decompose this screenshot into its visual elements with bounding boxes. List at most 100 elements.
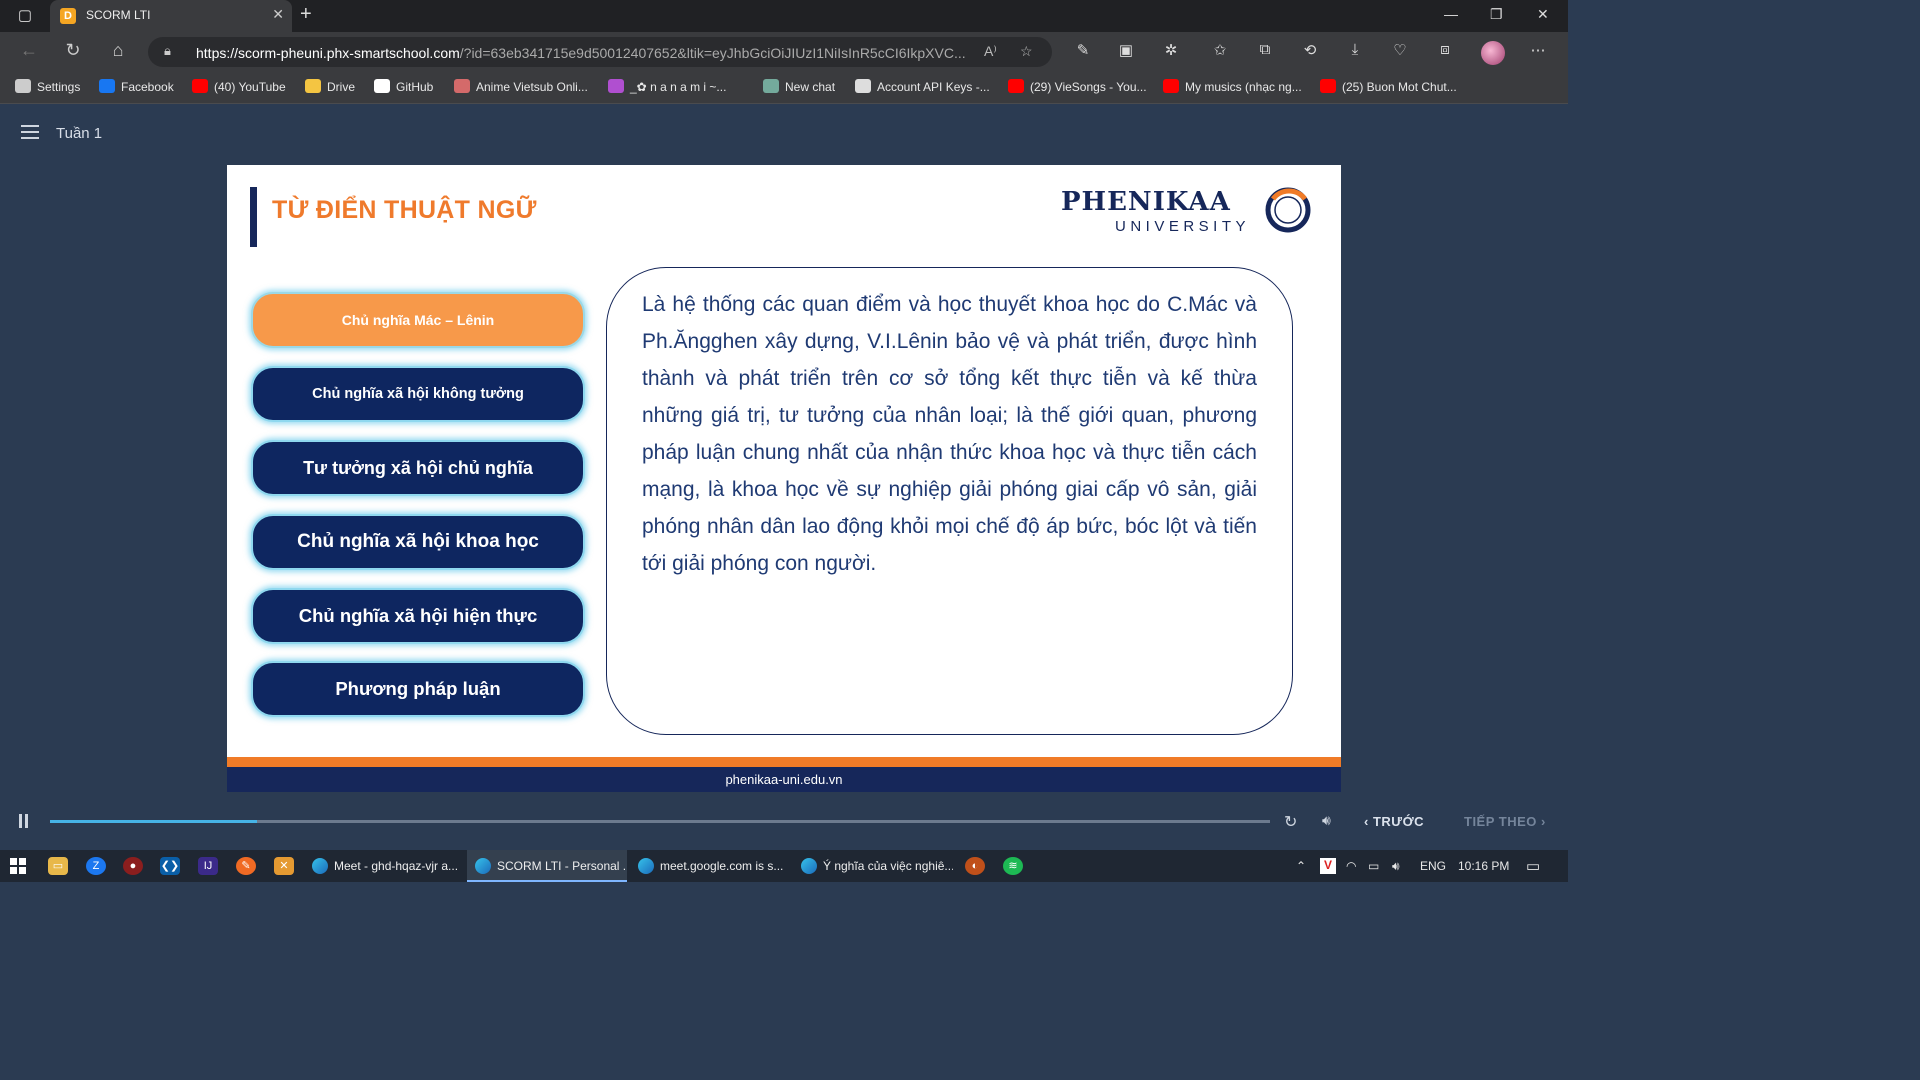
bookmark-label: (25) Buon Mot Chut... [1342, 80, 1457, 94]
term-button-marx-lenin[interactable]: Chủ nghĩa Mác – Lênin [251, 292, 585, 348]
term-button-utopian-socialism[interactable]: Chủ nghĩa xã hội không tưởng [251, 366, 585, 422]
clock[interactable]: 10:16 PM [1458, 859, 1509, 873]
term-button-scientific-socialism[interactable]: Chủ nghĩa xã hội khoa học [251, 514, 585, 570]
github-icon [374, 79, 390, 93]
profile-avatar[interactable] [1481, 41, 1505, 65]
definition-text: Là hệ thống các quan điểm và học thuyết … [642, 293, 1257, 575]
progress-bar[interactable] [50, 820, 1270, 823]
taskbar-window-scorm[interactable]: SCORM LTI - Personal ... [467, 850, 627, 882]
extension-color-icon[interactable]: ✎ [1072, 41, 1094, 63]
bookmark-item[interactable]: (25) Buon Mot Chut... [1320, 79, 1457, 94]
address-toolbar: ← ↻ ⌂ 🔒︎ https://scorm-pheuni.phx-smarts… [0, 32, 1568, 72]
read-aloud-icon[interactable]: A⁾ [984, 43, 997, 60]
edge-icon [801, 858, 817, 874]
windows-taskbar: ▭ Z ● ❮❯ IJ ✎ ✕ Meet - ghd-hqaz-vjr a...… [0, 850, 1568, 882]
tab-favicon-icon: D [60, 8, 76, 24]
openai-icon [855, 79, 871, 93]
edge-icon [638, 858, 654, 874]
bookmark-item[interactable]: Anime Vietsub Onli... [454, 79, 588, 94]
taskbar-window-label: meet.google.com is s... [660, 859, 784, 873]
back-icon[interactable]: ← [16, 40, 42, 64]
minimize-icon[interactable]: — [1444, 6, 1458, 22]
pause-icon[interactable] [19, 814, 31, 828]
restore-icon[interactable]: ❐ [1490, 6, 1503, 23]
bookmark-item[interactable]: _✿ n a n a m i ~... [608, 79, 726, 94]
bookmark-item[interactable]: Facebook [99, 79, 174, 94]
more-menu-icon[interactable]: ⋯ [1527, 41, 1549, 63]
collections-icon[interactable]: ⧉ [1254, 41, 1276, 63]
postman-icon[interactable]: ✎ [236, 857, 256, 875]
volume-icon[interactable]: 🔊︎ [1322, 812, 1331, 829]
browser-tab-bar: ▢ D SCORM LTI ✕ + — ❐ ✕ [0, 0, 1568, 32]
battery-icon[interactable]: ▭ [1368, 859, 1379, 873]
language-indicator[interactable]: ENG [1420, 859, 1446, 873]
player-controls: ↻ 🔊︎ ‹ TRƯỚC TIẾP THEO › [0, 800, 1568, 844]
taskbar-window-label: SCORM LTI - Personal ... [497, 859, 627, 873]
taskbar-window-meet-google[interactable]: meet.google.com is s... [630, 850, 790, 882]
health-icon[interactable]: ♡ [1389, 41, 1411, 63]
next-button[interactable]: TIẾP THEO › [1464, 814, 1546, 829]
zalo-icon[interactable]: Z [86, 857, 106, 875]
bookmark-item[interactable]: (40) YouTube [192, 79, 286, 94]
prev-button[interactable]: ‹ TRƯỚC [1364, 814, 1424, 829]
address-bar[interactable]: 🔒︎ https://scorm-pheuni.phx-smartschool.… [148, 37, 1052, 67]
refresh-icon[interactable]: ↻ [60, 40, 86, 64]
footer-orange-strip [227, 757, 1341, 767]
slide-title: TỪ ĐIỂN THUẬT NGỮ [272, 196, 537, 224]
speaker-icon[interactable]: 🔊︎ [1392, 859, 1400, 874]
lock-icon: 🔒︎ [164, 43, 171, 58]
url-path: /?id=63eb341715e9d50012407652&ltik=eyJhb… [459, 45, 966, 61]
gear-icon [15, 79, 31, 93]
bookmark-label: Drive [327, 80, 356, 94]
bookmarks-bar: Settings Facebook (40) YouTube Drive GitHub A… [0, 72, 1568, 104]
file-explorer-icon[interactable]: ▭ [48, 857, 68, 875]
close-tab-icon[interactable]: ✕ [272, 6, 284, 23]
close-window-icon[interactable]: ✕ [1537, 6, 1549, 23]
extensions-icon[interactable]: ✲ [1160, 41, 1182, 63]
menu-icon[interactable] [21, 125, 39, 139]
bookmark-item[interactable]: Settings [15, 79, 80, 94]
bookmark-item[interactable]: Account API Keys -... [855, 79, 990, 94]
bookmark-item[interactable]: New chat [763, 79, 835, 94]
youtube-icon [1008, 79, 1024, 93]
xampp-icon[interactable]: ✕ [274, 857, 294, 875]
screenshot-icon[interactable]: ⧈ [1434, 41, 1456, 63]
bookmark-label: Account API Keys -... [877, 80, 990, 94]
favorites-icon[interactable]: ✩ [1209, 41, 1231, 63]
tab-actions-icon[interactable]: ▢ [10, 6, 40, 26]
vscode-icon[interactable]: ❮❯ [160, 857, 180, 875]
taskbar-window-meet[interactable]: Meet - ghd-hqaz-vjr a... [304, 850, 464, 882]
taskbar-window-label: Ý nghĩa của việc nghiê... [823, 859, 953, 873]
chevron-up-icon[interactable]: ⌃ [1296, 859, 1306, 873]
wifi-icon[interactable]: ◠ [1346, 859, 1356, 873]
history-icon[interactable]: ⟲ [1299, 41, 1321, 63]
url-domain: https://scorm-pheuni.phx-smartschool.com [196, 45, 460, 61]
term-button-real-socialism[interactable]: Chủ nghĩa xã hội hiện thực [251, 588, 585, 644]
anime-icon [454, 79, 470, 93]
notification-icon[interactable]: ▭ [1526, 857, 1540, 875]
windows-start-icon[interactable] [10, 858, 26, 874]
bookmark-item[interactable]: (29) VieSongs - You... [1008, 79, 1147, 94]
bookmark-item[interactable]: Drive [305, 79, 355, 94]
spotify-icon[interactable]: ≋ [1003, 857, 1023, 875]
app-orange-icon[interactable]: ◐ [965, 857, 985, 875]
folder-icon [305, 79, 321, 93]
replay-icon[interactable]: ↻ [1284, 812, 1297, 832]
youtube-icon [192, 79, 208, 93]
extension-image-icon[interactable]: ▣ [1115, 41, 1137, 63]
bookmark-label: Settings [37, 80, 81, 94]
bookmark-item[interactable]: My musics (nhạc ng... [1163, 79, 1302, 94]
favorite-add-icon[interactable]: ☆ [1020, 43, 1033, 60]
new-tab-icon[interactable]: + [300, 3, 312, 26]
antivirus-icon[interactable]: V [1320, 858, 1336, 874]
bookmark-item[interactable]: GitHub [374, 79, 433, 94]
home-icon[interactable]: ⌂ [105, 40, 131, 64]
url-text[interactable]: https://scorm-pheuni.phx-smartschool.com… [196, 45, 976, 61]
taskbar-window-article[interactable]: Ý nghĩa của việc nghiê... [793, 850, 953, 882]
term-button-methodology[interactable]: Phương pháp luận [251, 661, 585, 717]
browser-tab[interactable]: D SCORM LTI ✕ [50, 0, 292, 32]
term-button-socialist-thought[interactable]: Tư tưởng xã hội chủ nghĩa [251, 440, 585, 496]
app-red-icon[interactable]: ● [123, 857, 143, 875]
download-icon[interactable]: ⤓ [1344, 41, 1366, 63]
intellij-icon[interactable]: IJ [198, 857, 218, 875]
